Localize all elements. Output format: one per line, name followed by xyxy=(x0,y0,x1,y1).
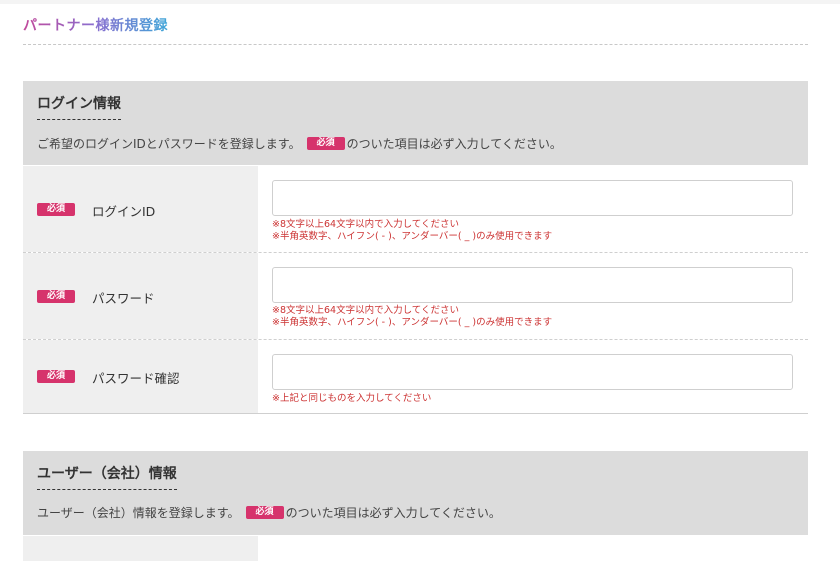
user-section-title: ユーザー（会社）情報 xyxy=(37,463,177,490)
login-desc-before: ご希望のログインIDとパスワードを登録します。 xyxy=(37,137,301,151)
login-section-title: ログイン情報 xyxy=(37,93,121,120)
page-title: パートナー様新規登録 xyxy=(23,15,168,35)
password-hint-1: ※8文字以上64文字以内で入力してください xyxy=(272,305,460,316)
form-row-password-confirm: 必須 パスワード確認 ※上記と同じものを入力してください xyxy=(23,340,808,413)
form-row-user-first xyxy=(23,536,808,561)
required-badge: 必須 xyxy=(37,370,75,383)
login-section-desc: ご希望のログインIDとパスワードを登録します。 必須 のついた項目は必ず入力して… xyxy=(37,135,562,152)
user-section-header: ユーザー（会社）情報 ユーザー（会社）情報を登録します。 必須 のついた項目は必… xyxy=(23,451,808,535)
required-badge: 必須 xyxy=(37,290,75,303)
row-label-password: 必須 パスワード xyxy=(23,253,258,339)
required-badge: 必須 xyxy=(245,506,284,519)
login-id-input[interactable] xyxy=(272,180,793,216)
label-password-confirm: パスワード確認 xyxy=(92,371,180,386)
password-hint-2: ※半角英数字、ハイフン( - )、アンダーバー( _ )のみ使用できます xyxy=(272,317,553,328)
password-confirm-input[interactable] xyxy=(272,354,793,390)
form-row-password: 必須 パスワード ※8文字以上64文字以内で入力してください ※半角英数字、ハイ… xyxy=(23,253,808,339)
user-desc-before: ユーザー（会社）情報を登録します。 xyxy=(37,506,240,520)
login-desc-after: のついた項目は必ず入力してください。 xyxy=(346,137,562,151)
login-section-header: ログイン情報 ご希望のログインIDとパスワードを登録します。 必須 のついた項目… xyxy=(23,81,808,165)
row-label-password-confirm: 必須 パスワード確認 xyxy=(23,340,258,413)
label-password: パスワード xyxy=(92,291,155,306)
password-input[interactable] xyxy=(272,267,793,303)
user-desc-after: のついた項目は必ず入力してください。 xyxy=(285,506,501,520)
row-label-login-id: 必須 ログインID xyxy=(23,166,258,252)
title-divider xyxy=(23,44,808,45)
section-bottom-border xyxy=(23,413,808,414)
row-label-user-first xyxy=(23,536,258,561)
required-badge: 必須 xyxy=(306,137,345,150)
login-id-hint-2: ※半角英数字、ハイフン( - )、アンダーバー( _ )のみ使用できます xyxy=(272,231,553,242)
form-row-login-id: 必須 ログインID ※8文字以上64文字以内で入力してください ※半角英数字、ハ… xyxy=(23,166,808,252)
required-badge: 必須 xyxy=(37,203,75,216)
password-confirm-hint: ※上記と同じものを入力してください xyxy=(272,393,432,404)
user-section-desc: ユーザー（会社）情報を登録します。 必須 のついた項目は必ず入力してください。 xyxy=(37,504,501,521)
label-login-id: ログインID xyxy=(92,204,156,219)
top-bar xyxy=(0,0,840,4)
login-id-hint-1: ※8文字以上64文字以内で入力してください xyxy=(272,219,460,230)
